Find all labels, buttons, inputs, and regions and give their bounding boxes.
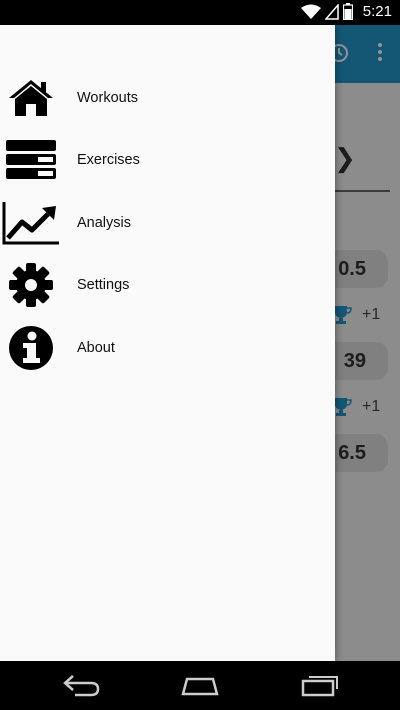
home-nav-icon[interactable] bbox=[181, 673, 219, 697]
drawer-item-workouts[interactable]: Workouts bbox=[0, 70, 335, 126]
drawer-item-settings[interactable]: Settings bbox=[0, 257, 335, 313]
drawer-item-about[interactable]: About bbox=[0, 320, 335, 376]
drawer-item-label: About bbox=[77, 340, 115, 356]
status-icons: 5:21 bbox=[300, 3, 392, 20]
wifi-icon bbox=[300, 4, 321, 19]
drawer-item-analysis[interactable]: Analysis bbox=[0, 195, 335, 251]
drawer-item-label: Exercises bbox=[77, 152, 140, 168]
gear-icon bbox=[2, 260, 60, 310]
cell-signal-icon bbox=[324, 3, 339, 20]
drawer-item-exercises[interactable]: Exercises bbox=[0, 132, 335, 188]
status-bar: 5:21 bbox=[0, 0, 400, 25]
chart-line-icon bbox=[2, 198, 60, 248]
navigation-drawer: Workouts Exercises Analysis Settings Abo… bbox=[0, 25, 335, 661]
home-icon bbox=[2, 73, 60, 123]
status-time: 5:21 bbox=[362, 3, 392, 20]
info-icon bbox=[2, 323, 60, 373]
drawer-item-label: Workouts bbox=[77, 90, 138, 106]
recents-icon[interactable] bbox=[301, 673, 339, 697]
back-icon[interactable] bbox=[63, 673, 101, 697]
battery-icon bbox=[342, 3, 353, 20]
list-icon bbox=[2, 135, 60, 185]
system-nav-bar bbox=[0, 661, 400, 710]
drawer-item-label: Settings bbox=[77, 277, 130, 293]
drawer-item-label: Analysis bbox=[77, 215, 131, 231]
